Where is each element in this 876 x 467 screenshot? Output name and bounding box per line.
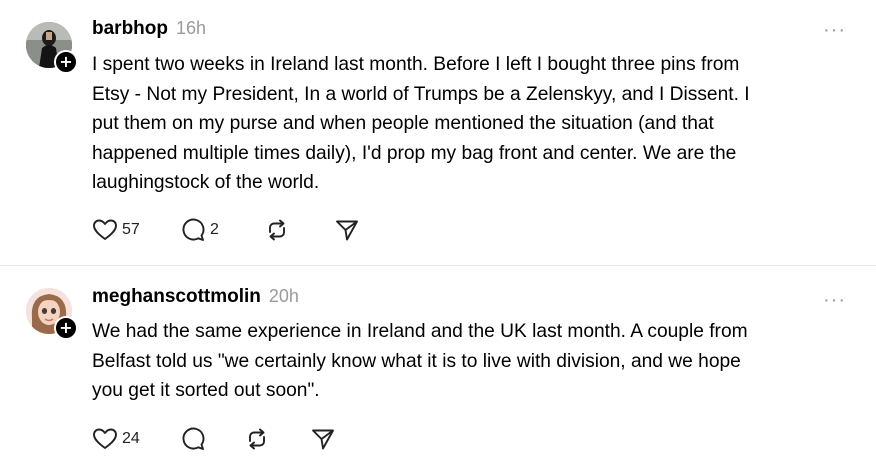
post-text-line: We had the same experience in Ireland an… <box>92 321 748 342</box>
post-text-line: put them on my purse and when people men… <box>92 113 714 134</box>
send-icon <box>336 220 358 241</box>
more-options-button[interactable]: ··· <box>823 20 846 40</box>
post-meghanscottmolin: + meghanscottmolin 20h ··· We had the sa… <box>0 266 876 467</box>
repost-icon <box>269 219 285 241</box>
action-bar: 24 <box>92 427 336 451</box>
like-count: 57 <box>122 221 140 238</box>
heart-icon <box>93 219 117 240</box>
follow-button[interactable]: + <box>54 50 78 74</box>
send-icon <box>312 429 334 450</box>
post-header: meghanscottmolin 20h <box>92 286 299 308</box>
timestamp: 20h <box>268 286 299 306</box>
like-button[interactable]: 57 <box>92 218 180 242</box>
post-text-line: happened multiple times daily), I'd prop… <box>92 142 737 164</box>
repost-button[interactable] <box>264 218 334 242</box>
username[interactable]: barbhop <box>92 18 168 40</box>
post-text-line: Belfast told us "we certainly know what … <box>92 350 741 372</box>
heart-icon <box>93 428 117 449</box>
post-text: We had the same experience in Ireland an… <box>92 317 852 406</box>
comment-icon <box>182 218 205 241</box>
post-text-line: laughingstock of the world. <box>92 172 320 193</box>
post-text-line: I spent two weeks in Ireland last month.… <box>92 54 740 75</box>
more-options-button[interactable]: ··· <box>823 290 846 310</box>
like-button[interactable]: 24 <box>92 427 180 451</box>
reply-button[interactable]: 2 <box>180 218 264 242</box>
post-text-line: you get it sorted out soon". <box>92 380 320 401</box>
timestamp: 16h <box>176 18 207 38</box>
post-text: I spent two weeks in Ireland last month.… <box>92 50 852 198</box>
action-bar: 57 2 <box>92 218 360 242</box>
repost-icon <box>249 428 265 450</box>
share-button[interactable] <box>334 218 360 242</box>
post-text-line: Etsy - Not my President, In a world of T… <box>92 83 750 105</box>
post-header: barbhop 16h <box>92 18 206 40</box>
repost-button[interactable] <box>244 427 310 451</box>
reply-button[interactable] <box>180 427 244 451</box>
comment-icon <box>182 427 205 450</box>
like-count: 24 <box>122 430 140 447</box>
username[interactable]: meghanscottmolin <box>92 286 261 308</box>
share-button[interactable] <box>310 427 336 451</box>
post-barbhop: + barbhop 16h ··· I spent two weeks in I… <box>0 0 876 265</box>
reply-count: 2 <box>210 221 219 238</box>
follow-button[interactable]: + <box>54 316 78 340</box>
